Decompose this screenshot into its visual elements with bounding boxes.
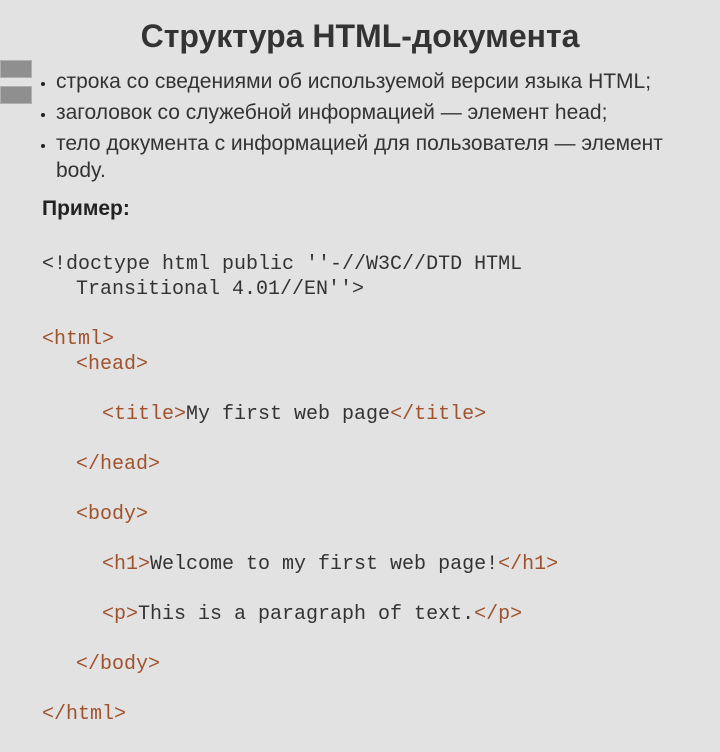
side-bar-2 xyxy=(0,86,32,104)
code-line: <title>My first web page</title> xyxy=(42,402,680,427)
code-line: </body> xyxy=(42,652,680,677)
code-line: </html> xyxy=(42,703,126,726)
code-tag: <head> xyxy=(76,353,148,376)
code-line: </head> xyxy=(42,452,680,477)
page-title: Структура HTML-документа xyxy=(0,0,720,69)
example-label: Пример: xyxy=(42,197,680,221)
side-bar-1 xyxy=(0,60,32,78)
bullet-item: строка со сведениями об используемой вер… xyxy=(56,69,680,96)
code-text: Transitional 4.01//EN''> xyxy=(76,278,364,301)
code-line: <p>This is a paragraph of text.</p> xyxy=(42,602,680,627)
code-block: <!doctype html public ''-//W3C//DTD HTML… xyxy=(42,227,680,752)
code-text: My first web page xyxy=(186,403,390,426)
bullet-list: строка со сведениями об используемой вер… xyxy=(56,69,680,185)
code-line: <html> xyxy=(42,328,114,351)
code-line: <!doctype html public ''-//W3C//DTD HTML xyxy=(42,253,522,276)
content-area: строка со сведениями об используемой вер… xyxy=(0,69,720,752)
code-line: <h1>Welcome to my first web page!</h1> xyxy=(42,552,680,577)
code-tag: </body> xyxy=(76,653,160,676)
code-text: This is a paragraph of text. xyxy=(138,603,474,626)
code-tag: </p> xyxy=(474,603,522,626)
code-line: <body> xyxy=(42,502,680,527)
code-tag: </html> xyxy=(42,703,126,726)
code-tag: </h1> xyxy=(498,553,558,576)
code-tag: <html> xyxy=(42,328,114,351)
code-tag: </title> xyxy=(390,403,486,426)
code-tag: <p> xyxy=(102,603,138,626)
bullet-item: тело документа с информацией для пользов… xyxy=(56,131,680,185)
code-tag: <h1> xyxy=(102,553,150,576)
code-tag: </head> xyxy=(76,453,160,476)
code-text: Welcome to my first web page! xyxy=(150,553,498,576)
decorative-side-bars xyxy=(0,60,32,104)
code-tag: <title> xyxy=(102,403,186,426)
code-line: Transitional 4.01//EN''> xyxy=(42,277,680,302)
bullet-item: заголовок со служебной информацией — эле… xyxy=(56,100,680,127)
code-line: <head> xyxy=(42,352,680,377)
code-tag: <body> xyxy=(76,503,148,526)
code-text: <!doctype html public ''-//W3C//DTD HTML xyxy=(42,253,522,276)
